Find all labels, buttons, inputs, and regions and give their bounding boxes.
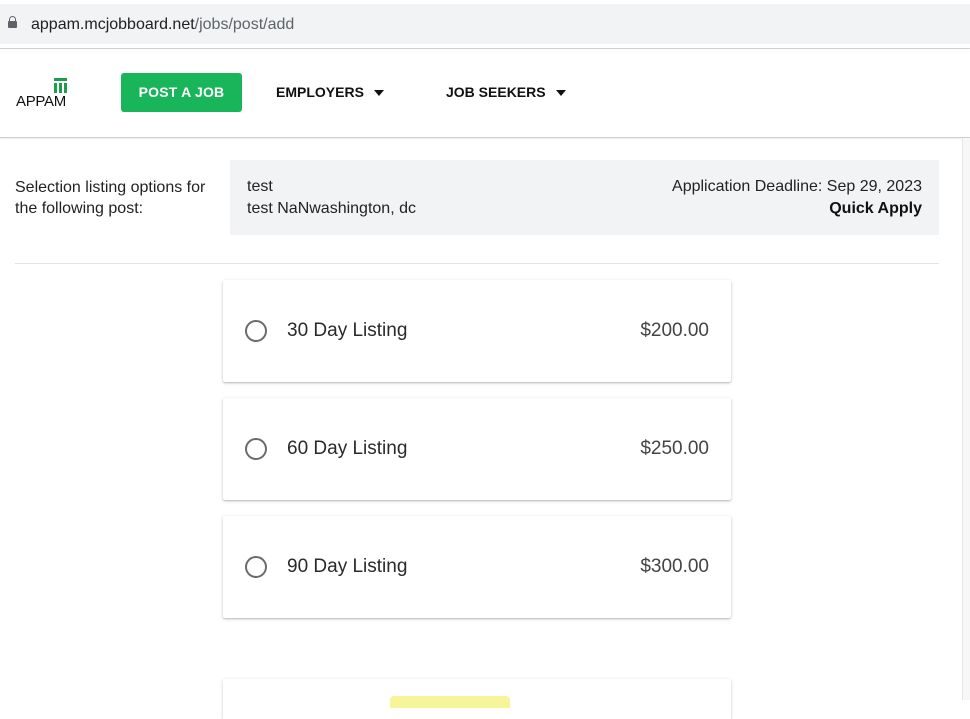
selection-label: Selection listing options for the follow… [15, 179, 206, 217]
listing-name: 60 Day Listing [287, 438, 408, 459]
nav-employers[interactable]: EMPLOYERS [276, 73, 384, 112]
radio-button[interactable] [245, 438, 267, 460]
radio-button[interactable] [245, 320, 267, 342]
listing-price: $200.00 [640, 320, 709, 341]
site-header: APPAM POST A JOB EMPLOYERS JOB SEEKERS [0, 49, 970, 138]
divider [15, 263, 939, 264]
listing-price: $250.00 [640, 438, 709, 459]
appam-logo[interactable]: APPAM [16, 76, 72, 112]
nav-employers-label: EMPLOYERS [276, 84, 364, 100]
listing-option-60-day[interactable]: 60 Day Listing $250.00 [223, 398, 731, 500]
caret-down-icon [373, 90, 384, 97]
caret-down-icon [555, 90, 566, 97]
listing-price: $300.00 [640, 556, 709, 577]
browser-toolbar: appam.mcjobboard.net/jobs/post/add [0, 0, 970, 49]
lock-icon[interactable] [8, 16, 17, 28]
partial-card [223, 679, 731, 719]
listing-option-30-day[interactable]: 30 Day Listing $200.00 [223, 280, 731, 382]
post-location: test NaNwashington, dc [247, 200, 416, 217]
url-path: /jobs/post/add [194, 16, 295, 33]
url-host: appam.mcjobboard.net [31, 16, 195, 33]
nav-job-seekers-label: JOB SEEKERS [446, 84, 546, 100]
post-title: test [247, 178, 273, 195]
address-bar[interactable]: appam.mcjobboard.net/jobs/post/add [0, 4, 970, 44]
radio-button[interactable] [245, 556, 267, 578]
post-summary: test test NaNwashington, dc Application … [230, 160, 939, 235]
pillars-icon [52, 78, 70, 93]
logo-text: APPAM [16, 93, 66, 110]
listing-name: 90 Day Listing [287, 556, 408, 577]
scrollbar[interactable] [962, 138, 970, 700]
listing-option-90-day[interactable]: 90 Day Listing $300.00 [223, 516, 731, 618]
nav-job-seekers[interactable]: JOB SEEKERS [446, 73, 566, 112]
listing-name: 30 Day Listing [287, 320, 408, 341]
application-deadline: Application Deadline: Sep 29, 2023 [672, 178, 922, 195]
url-text[interactable]: appam.mcjobboard.net/jobs/post/add [31, 15, 294, 35]
apply-type: Quick Apply [829, 200, 922, 217]
highlighted-element[interactable] [390, 696, 510, 708]
post-a-job-button[interactable]: POST A JOB [121, 73, 242, 112]
